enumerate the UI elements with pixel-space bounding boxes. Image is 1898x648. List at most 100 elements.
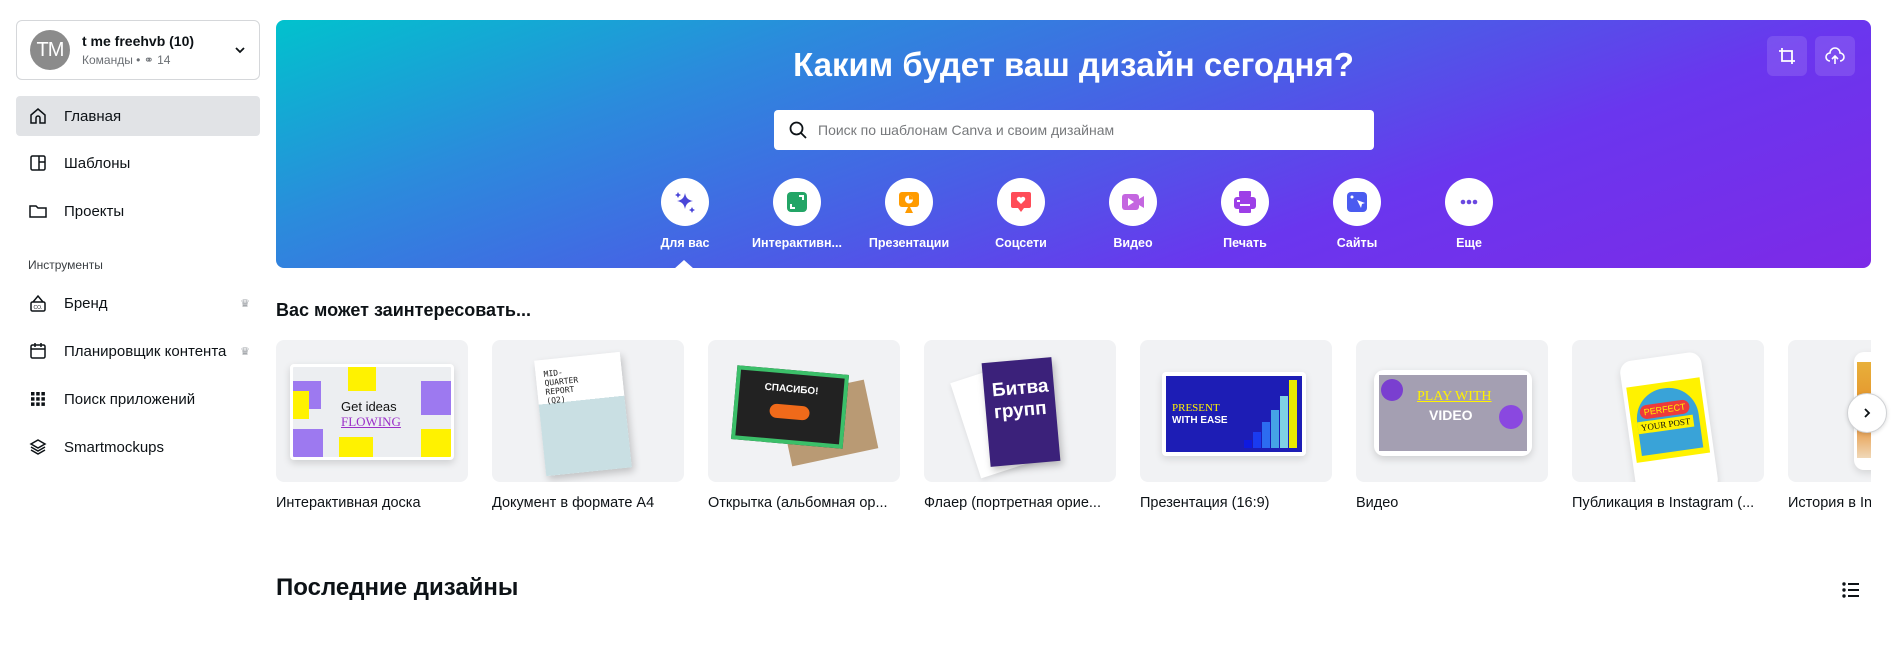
design-type-card[interactable]: PERFECT YOUR POST Публикация в Instagram… xyxy=(1572,340,1764,511)
flyer-thumbnail: Битва групп xyxy=(924,340,1116,482)
category-label: Презентации xyxy=(868,236,950,250)
crown-icon: ♛ xyxy=(240,345,250,358)
sidebar-item-apps[interactable]: Поиск приложений xyxy=(16,379,260,419)
custom-size-button[interactable] xyxy=(1767,36,1807,76)
hero-title: Каким будет ваш дизайн сегодня? xyxy=(793,46,1354,83)
people-icon: ⚭ xyxy=(143,53,154,67)
design-type-card[interactable]: Битва групп Флаер (портретная орие... xyxy=(924,340,1116,511)
list-view-icon xyxy=(1842,582,1859,598)
category-print[interactable]: Печать xyxy=(1190,178,1300,250)
category-websites[interactable]: Сайты xyxy=(1302,178,1412,250)
design-type-card[interactable]: СПАСИБО! Открытка (альбомная ор... xyxy=(708,340,900,511)
cloud-upload-icon xyxy=(1825,47,1845,64)
hero-banner: Каким будет ваш дизайн сегодня? Для вас … xyxy=(276,20,1871,269)
category-presentations[interactable]: Презентации xyxy=(854,178,964,250)
crop-icon xyxy=(1779,48,1795,64)
card-label: История в Instagram xyxy=(1788,495,1871,511)
category-social[interactable]: Соцсети xyxy=(966,178,1076,250)
heart-chat-icon xyxy=(1011,192,1031,212)
sparkle-icon xyxy=(675,192,695,213)
search-input[interactable] xyxy=(818,122,1374,138)
sidebar-item-smartmockups[interactable]: Smartmockups xyxy=(16,427,260,467)
sidebar-item-home[interactable]: Главная xyxy=(16,96,260,136)
crown-icon: ♛ xyxy=(240,297,250,310)
tools-section-label: Инструменты xyxy=(28,258,103,272)
home-icon xyxy=(30,108,46,124)
team-switcher[interactable]: TM t me freehvb (10) Команды • ⚭ 14 xyxy=(16,20,260,80)
video-camera-icon xyxy=(1122,194,1144,210)
design-type-card[interactable]: PLAY WITH VIDEO Видео xyxy=(1356,340,1548,511)
card-label: Интерактивная доска xyxy=(276,495,421,511)
thumb-text: Get ideas xyxy=(341,399,397,414)
postcard-thumbnail: СПАСИБО! xyxy=(708,340,900,482)
category-label: Интерактивн... xyxy=(752,236,842,250)
thumb-text: групп xyxy=(993,397,1048,424)
design-type-card[interactable]: PRESENT WITH EASE Презентация (16:9) xyxy=(1140,340,1332,511)
chevron-down-icon xyxy=(235,47,245,54)
sidebar-item-label: Шаблоны xyxy=(64,154,131,172)
card-label: Публикация в Instagram (... xyxy=(1572,495,1755,511)
selected-category-indicator xyxy=(674,260,694,269)
carousel-next-button[interactable] xyxy=(1847,393,1887,433)
sidebar-item-brand[interactable]: CO. Бренд ♛ xyxy=(16,283,260,323)
presentation-thumbnail: PRESENT WITH EASE xyxy=(1140,340,1332,482)
sidebar-item-templates[interactable]: Шаблоны xyxy=(16,143,260,183)
sidebar-item-content-planner[interactable]: Планировщик контента ♛ xyxy=(16,331,260,371)
sidebar-item-label: Проекты xyxy=(64,202,125,220)
design-type-card[interactable]: Get ideas FLOWING Интерактивная доска xyxy=(276,340,468,511)
sidebar-item-label: Планировщик контента xyxy=(64,342,227,360)
search-bar[interactable] xyxy=(774,110,1374,150)
search-icon xyxy=(789,121,807,139)
card-label: Открытка (альбомная ор... xyxy=(708,495,888,511)
thumb-text: FLOWING xyxy=(341,414,401,429)
category-label: Видео xyxy=(1113,236,1153,250)
templates-icon xyxy=(30,155,46,171)
category-label: Еще xyxy=(1456,236,1482,250)
team-members-count: 14 xyxy=(157,53,171,67)
sidebar-item-label: Поиск приложений xyxy=(64,390,196,408)
sidebar-item-projects[interactable]: Проекты xyxy=(16,191,260,231)
team-type: Команды xyxy=(82,53,133,67)
upload-button[interactable] xyxy=(1815,36,1855,76)
whiteboard-icon xyxy=(787,192,807,212)
thumb-text: PLAY WITH xyxy=(1417,389,1492,404)
thumb-text: VIDEO xyxy=(1429,407,1473,423)
card-label: Презентация (16:9) xyxy=(1140,495,1270,511)
category-label: Для вас xyxy=(660,236,710,250)
apps-grid-icon xyxy=(31,392,45,406)
card-label: Видео xyxy=(1356,495,1399,511)
suggestions-title: Вас может заинтересовать... xyxy=(276,300,531,320)
team-meta: Команды • ⚭ 14 xyxy=(82,53,171,67)
design-type-card[interactable]: MID- QUARTER REPORT (Q2) Документ в форм… xyxy=(492,340,684,511)
category-whiteboard[interactable]: Интерактивн... xyxy=(742,178,852,250)
category-label: Сайты xyxy=(1336,236,1378,250)
sidebar-item-label: Smartmockups xyxy=(64,438,165,456)
presentation-icon xyxy=(899,192,919,213)
instagram-post-thumbnail: PERFECT YOUR POST xyxy=(1572,340,1764,482)
thumb-text: WITH EASE xyxy=(1172,415,1228,426)
chevron-right-icon xyxy=(1864,408,1871,418)
category-more[interactable]: Еще xyxy=(1414,178,1524,250)
card-label: Флаер (портретная орие... xyxy=(924,495,1101,511)
video-thumbnail: PLAY WITH VIDEO xyxy=(1356,340,1548,482)
recent-designs-title: Последние дизайны xyxy=(276,574,519,601)
website-cursor-icon xyxy=(1347,192,1367,212)
card-label: Документ в формате А4 xyxy=(492,495,655,511)
svg-text:CO.: CO. xyxy=(34,305,43,311)
more-dots-icon xyxy=(1460,199,1478,205)
document-thumbnail: MID- QUARTER REPORT (Q2) xyxy=(492,340,684,482)
category-video[interactable]: Видео xyxy=(1078,178,1188,250)
layers-icon xyxy=(29,439,47,455)
folder-icon xyxy=(29,205,47,218)
sidebar-item-label: Главная xyxy=(64,107,122,125)
category-for-you[interactable]: Для вас xyxy=(630,178,740,250)
thumb-text: PRESENT xyxy=(1172,402,1220,414)
thumb-text: СПАСИБО! xyxy=(764,381,819,398)
avatar: TM xyxy=(30,30,70,70)
whiteboard-thumbnail: Get ideas FLOWING xyxy=(276,340,468,482)
calendar-icon xyxy=(30,343,46,359)
list-view-toggle[interactable] xyxy=(1838,578,1864,602)
suggestions-carousel: Get ideas FLOWING Интерактивная доска MI… xyxy=(276,340,1871,520)
brand-icon: CO. xyxy=(30,294,46,312)
sidebar-item-label: Бренд xyxy=(64,294,108,312)
